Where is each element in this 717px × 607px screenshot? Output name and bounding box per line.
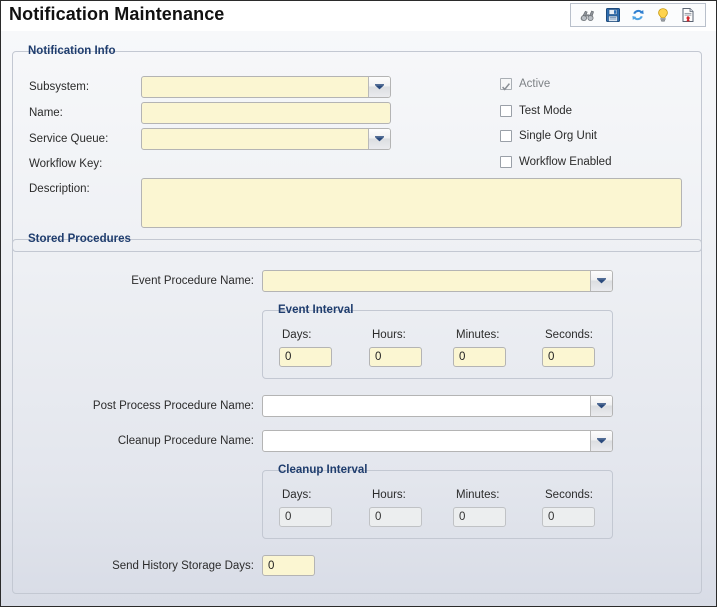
test-mode-checkbox-row[interactable]: Test Mode xyxy=(500,105,572,117)
notification-info-legend: Notification Info xyxy=(23,44,121,58)
event-interval-hours-input[interactable] xyxy=(369,347,422,367)
test-mode-checkbox[interactable] xyxy=(500,105,512,117)
event-interval-minutes-input[interactable] xyxy=(453,347,506,367)
report-icon[interactable] xyxy=(680,7,696,23)
notification-info-group: Notification Info Subsystem: Name: Servi… xyxy=(12,44,702,252)
lightbulb-icon[interactable] xyxy=(655,7,671,23)
save-icon[interactable] xyxy=(605,7,621,23)
binoculars-icon[interactable] xyxy=(580,7,596,23)
event-interval-minutes-label: Minutes: xyxy=(456,329,500,341)
chevron-down-icon xyxy=(374,83,385,91)
subsystem-value xyxy=(142,77,369,97)
post-process-procedure-name-label: Post Process Procedure Name: xyxy=(92,400,254,412)
cleanup-interval-group: Cleanup Interval Days: Hours: Minutes: S… xyxy=(262,463,613,539)
cleanup-interval-days-input[interactable] xyxy=(279,507,332,527)
workflow-enabled-checkbox[interactable] xyxy=(500,156,512,168)
chevron-down-icon xyxy=(596,277,607,285)
notification-maintenance-window: Notification Maintenance Notification In… xyxy=(0,0,717,607)
toolbar xyxy=(570,3,706,27)
event-procedure-dropdown-button[interactable] xyxy=(590,271,612,291)
workflow-enabled-checkbox-row[interactable]: Workflow Enabled xyxy=(500,156,611,168)
subsystem-dropdown-button[interactable] xyxy=(368,77,390,97)
cleanup-interval-frame xyxy=(262,470,613,539)
single-org-unit-checkbox[interactable] xyxy=(500,130,512,142)
single-org-unit-checkbox-row[interactable]: Single Org Unit xyxy=(500,130,597,142)
event-interval-seconds-label: Seconds: xyxy=(545,329,593,341)
page-title: Notification Maintenance xyxy=(9,4,225,24)
chevron-down-icon xyxy=(596,402,607,410)
chevron-down-icon xyxy=(596,437,607,445)
service-queue-value xyxy=(142,129,369,149)
send-history-storage-days-label: Send History Storage Days: xyxy=(112,560,254,572)
cleanup-interval-hours-label: Hours: xyxy=(372,489,406,501)
cleanup-procedure-combobox[interactable] xyxy=(262,430,613,452)
post-process-procedure-combobox[interactable] xyxy=(262,395,613,417)
cleanup-interval-minutes-label: Minutes: xyxy=(456,489,500,501)
active-checkbox-row[interactable]: Active xyxy=(500,78,551,91)
event-procedure-name-label: Event Procedure Name: xyxy=(131,275,254,287)
cleanup-interval-days-label: Days: xyxy=(282,489,312,501)
event-procedure-combobox[interactable] xyxy=(262,270,613,292)
name-label: Name: xyxy=(29,107,63,119)
cleanup-interval-seconds-label: Seconds: xyxy=(545,489,593,501)
event-interval-days-input[interactable] xyxy=(279,347,332,367)
workflow-key-label: Workflow Key: xyxy=(29,158,103,170)
active-checkbox xyxy=(500,78,512,91)
refresh-icon[interactable] xyxy=(630,7,646,23)
cleanup-procedure-dropdown-button[interactable] xyxy=(590,431,612,451)
cleanup-interval-seconds-input[interactable] xyxy=(542,507,595,527)
subsystem-label: Subsystem: xyxy=(29,81,90,93)
form-panel: Notification Info Subsystem: Name: Servi… xyxy=(1,31,716,606)
post-process-procedure-value xyxy=(263,396,591,416)
checkmark-icon xyxy=(501,79,511,97)
stored-procedures-group: Stored Procedures Event Procedure Name: xyxy=(12,232,702,594)
event-interval-group: Event Interval Days: Hours: Minutes: Sec… xyxy=(262,303,613,379)
event-interval-seconds-input[interactable] xyxy=(542,347,595,367)
single-org-unit-checkbox-label: Single Org Unit xyxy=(519,130,597,142)
name-input[interactable] xyxy=(141,102,391,124)
window-header: Notification Maintenance xyxy=(1,1,716,31)
post-process-procedure-dropdown-button[interactable] xyxy=(590,396,612,416)
cleanup-interval-hours-input[interactable] xyxy=(369,507,422,527)
event-interval-hours-label: Hours: xyxy=(372,329,406,341)
event-interval-legend: Event Interval xyxy=(273,303,359,317)
active-checkbox-label: Active xyxy=(519,78,551,90)
cleanup-interval-legend: Cleanup Interval xyxy=(273,463,373,477)
event-procedure-value xyxy=(263,271,591,291)
workflow-enabled-checkbox-label: Workflow Enabled xyxy=(519,156,612,168)
cleanup-procedure-name-label: Cleanup Procedure Name: xyxy=(117,435,254,447)
cleanup-procedure-value xyxy=(263,431,591,451)
service-queue-combobox[interactable] xyxy=(141,128,391,150)
event-interval-days-label: Days: xyxy=(282,329,312,341)
service-queue-label: Service Queue: xyxy=(29,133,109,145)
description-textarea[interactable] xyxy=(141,178,682,228)
send-history-storage-days-input[interactable] xyxy=(262,555,315,576)
subsystem-combobox[interactable] xyxy=(141,76,391,98)
service-queue-dropdown-button[interactable] xyxy=(368,129,390,149)
stored-procedures-legend: Stored Procedures xyxy=(23,232,136,246)
event-interval-frame xyxy=(262,310,613,379)
chevron-down-icon xyxy=(374,135,385,143)
test-mode-checkbox-label: Test Mode xyxy=(519,105,573,117)
description-label: Description: xyxy=(29,183,90,195)
cleanup-interval-minutes-input[interactable] xyxy=(453,507,506,527)
